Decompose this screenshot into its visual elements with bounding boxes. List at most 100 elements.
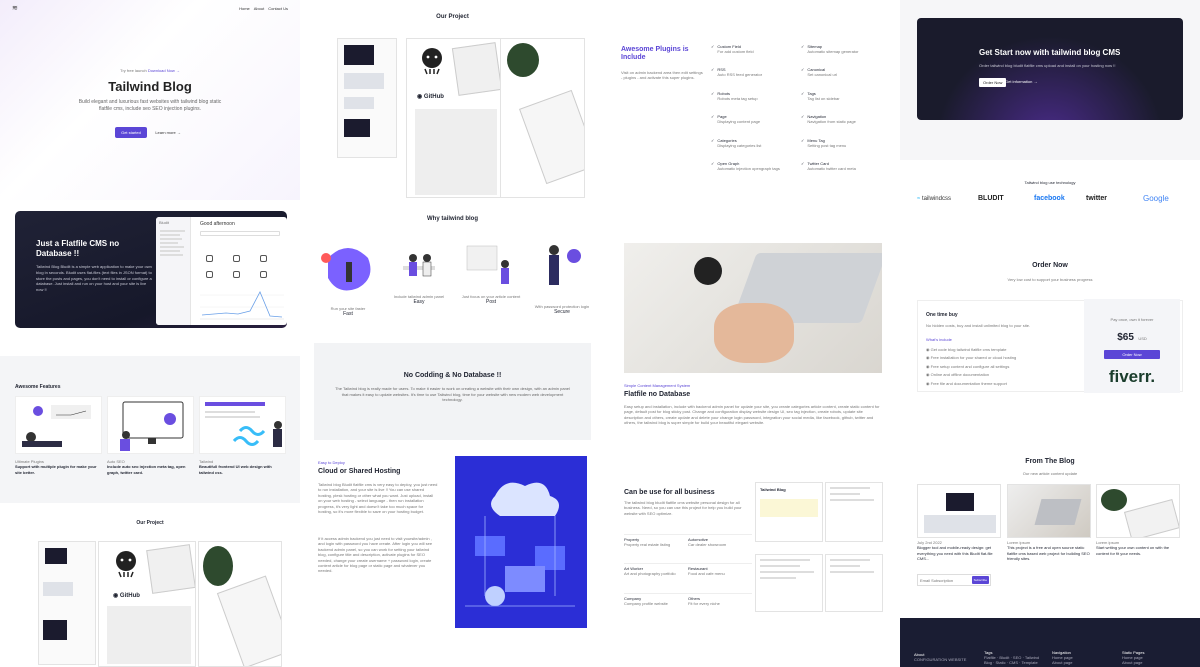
plugin-item: ✓ Twitter Card Automatic twitter card meta [801, 160, 856, 171]
tagline-link[interactable]: Download Now → [148, 68, 180, 73]
write-icon[interactable] [206, 255, 213, 262]
check-icon: ✓ [801, 114, 805, 120]
hero-description: Build elegant and luxurious fast website… [78, 99, 222, 113]
blog-title[interactable]: Start writing your own content on with t… [1096, 545, 1180, 556]
project-top-shot-desk[interactable] [500, 38, 585, 198]
plugin-item: ✓ Sitemap Automatic sitemap generator [801, 44, 859, 54]
github-octocat-icon-top [422, 48, 442, 75]
feature-card-tailwind [199, 396, 286, 454]
flatfile-tag: Simple Content Management System [624, 383, 691, 388]
check-icon: ✓ [801, 67, 805, 73]
business-grid: Property Property real estate listing Aut… [624, 534, 752, 606]
nav-about[interactable]: About [254, 6, 264, 11]
check-icon: ✓ [711, 160, 715, 166]
project-shot-desk[interactable] [198, 541, 282, 667]
dashboard-brand: Bludit [159, 220, 170, 225]
project-top-shot-a[interactable] [337, 38, 397, 158]
subscribe-button[interactable]: Subscribe [971, 576, 989, 584]
get-start-panel: Get Start now with tailwind blog CMS Ord… [900, 0, 1200, 160]
feature-text-seo: Include auto seo injection meta tag, ope… [107, 464, 186, 475]
business-item: Others Fit for every niche [688, 592, 752, 606]
business-screenshot-b[interactable] [825, 482, 883, 542]
business-screenshot-a[interactable]: Tailwind Blog [755, 482, 823, 542]
github-label: ◉ GitHub [113, 593, 140, 599]
secure-illustration [549, 245, 581, 285]
why-secure-label: Secure [554, 309, 570, 316]
no-coding-heading: No Codding & No Database !! [403, 372, 502, 379]
check-icon: ✓ [801, 90, 805, 96]
why-item-secure: With password protection login Secure [532, 304, 592, 315]
footer-link[interactable]: About page [1122, 660, 1144, 665]
project-shot-github[interactable]: ◉ GitHub [98, 541, 196, 667]
order-now-button[interactable]: Order Now [1104, 350, 1160, 360]
dark-card-description: Tailwind Blog Bludit is a simple web app… [36, 264, 152, 293]
check-icon: ✓ [801, 44, 805, 49]
plan-title: One time buy [926, 312, 958, 318]
check-icon: ✓ [711, 44, 715, 49]
dark-card: Just a Flatfile CMS no Database !! Tailw… [15, 211, 287, 328]
blog-heading: From The Blog [1025, 458, 1075, 465]
project-heading-bottom: Our Project [136, 520, 164, 526]
project-shot-a[interactable] [38, 541, 96, 665]
feature-item: ◉ Get code blog tailwind flatfile cms te… [926, 347, 1007, 352]
check-icon: ✓ [711, 114, 715, 120]
blog-card[interactable]: Lorem ipsum This project is a free and o… [1007, 484, 1091, 562]
flatfile-heading: Flatfile no Database [624, 391, 691, 398]
logo-google: Google [1143, 194, 1169, 203]
page-icon[interactable] [233, 255, 240, 262]
blog-title[interactable]: This project is a free and open source s… [1007, 545, 1091, 561]
fiverr-logo[interactable]: fiverr. [1084, 367, 1180, 387]
footer-panel: About CONFIGURATION WEBSITE Tags Flatfile … [900, 618, 1200, 667]
project-top-shot-github[interactable]: ◉ GitHub [406, 38, 504, 198]
user-icon[interactable] [206, 271, 213, 278]
flatfile-description: Easy setup and installation, include wit… [624, 404, 880, 426]
nav-home[interactable]: Home [239, 6, 250, 11]
technology-heading: Tailwind blog use technology [1024, 180, 1076, 185]
github-octocat-icon [116, 551, 136, 578]
features-panel: Awesome Features Ultimate Plugins Suppor… [0, 356, 300, 503]
check-circle-icon: ◉ [926, 363, 930, 369]
features-list: ◉ Get code blog tailwind flatfile cms te… [926, 347, 1076, 386]
blog-card[interactable]: Lorem ipsum Start writing your own conte… [1096, 484, 1180, 556]
check-icon: ✓ [711, 137, 715, 143]
plugin-icon[interactable] [233, 271, 240, 278]
get-start-description: Order tailwind blog bludit flatfile cms … [979, 63, 1116, 68]
logo-icon[interactable]: ≋ [12, 4, 18, 12]
price-box: Pay once, own it forever $65 USD Order N… [1084, 299, 1180, 393]
why-panel: Why tailwind blog Run your site faster Fa… [300, 202, 605, 342]
blog-title[interactable]: Blogger tool and mobile-ready design: ge… [917, 545, 1001, 561]
dark-card-heading: Just a Flatfile CMS no Database !! [36, 239, 120, 258]
order-now-button-dark[interactable]: Order Now [979, 78, 1007, 87]
learn-more-button[interactable]: Learn more → [151, 127, 185, 138]
logo-twitter: twitter [1086, 195, 1107, 202]
why-fast-label: Fast [343, 311, 353, 318]
logo-bludit: BLUDIT [978, 195, 1004, 202]
gear-icon[interactable] [260, 255, 267, 262]
get-started-button[interactable]: Get started [115, 126, 147, 138]
plugins-illustration [22, 405, 91, 447]
easy-illustration [403, 254, 435, 277]
business-screenshot-c[interactable] [755, 554, 823, 612]
hosting-tag: Easy to Deploy [318, 460, 345, 465]
get-information-link[interactable]: Get information → [1005, 79, 1037, 84]
plugin-item: ✓ Categories Displaying categories list [711, 137, 762, 148]
newsletter-email-input[interactable] [920, 577, 966, 584]
footer-link[interactable]: About page [1052, 660, 1073, 665]
plugin-item: ✓ Open Graph Automatic injection opengraph… [711, 160, 780, 171]
price-value: $65 USD [1117, 332, 1147, 344]
footer-col-tags: Tags Flatfile · Bludit · SEO · Tailwind Bl… [984, 650, 1040, 666]
project-heading-top: Our Project [436, 14, 469, 20]
blog-subheading: Our new article content update [1022, 471, 1078, 476]
github-icon[interactable] [260, 271, 267, 278]
footer-col-about: About CONFIGURATION WEBSITE [914, 652, 967, 662]
business-screenshot-d[interactable] [825, 554, 883, 612]
hosting-desc-1: Tailwind blog Bludit flatfile cms is ver… [318, 482, 438, 514]
hosting-desc-2: If it access admin backend you just need… [318, 536, 433, 574]
feature-text-plugins: Support with multiple plugin for make yo… [15, 464, 97, 475]
fast-illustration [321, 248, 371, 291]
order-panel: Order Now Very low cost to support your … [900, 240, 1200, 440]
nav-contact[interactable]: Contact Us [268, 6, 288, 11]
check-circle-icon: ◉ [926, 347, 930, 352]
why-easy-label: Easy [413, 299, 425, 306]
blog-card[interactable]: July 2nd 2022 Blogger tool and mobile-re… [917, 484, 1001, 562]
